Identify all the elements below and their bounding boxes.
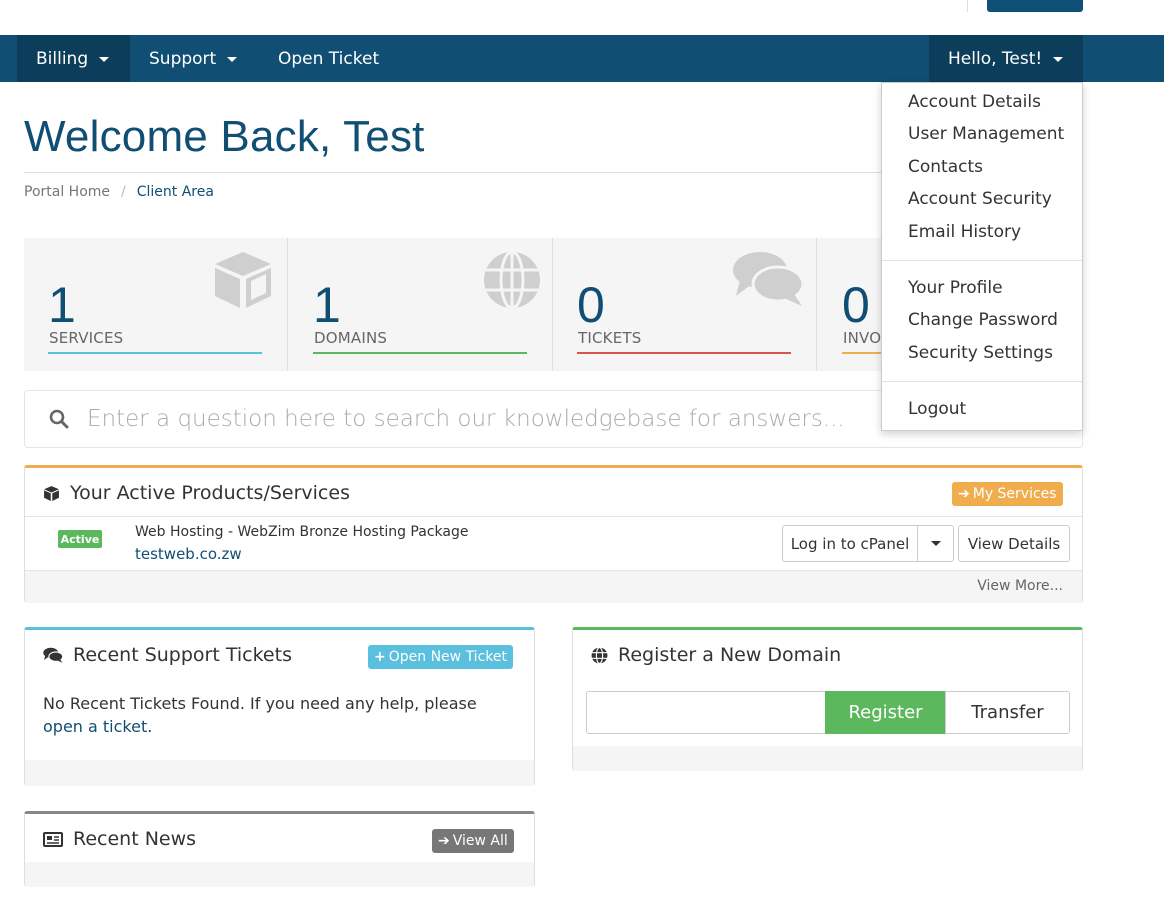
main-navbar: Billing Support Open Ticket Hello, Test! xyxy=(0,35,1164,82)
globe-icon xyxy=(591,646,608,664)
page-title: Welcome Back, Test xyxy=(24,112,425,161)
stat-domains-count: 1 xyxy=(313,277,341,333)
menu-item-user-management[interactable]: User Management xyxy=(908,124,1064,144)
stat-domains-underline xyxy=(313,352,527,354)
top-login-button[interactable] xyxy=(987,0,1083,12)
user-dropdown-menu: Account Details User Management Contacts… xyxy=(881,82,1083,431)
arrow-right-icon: ➔ xyxy=(958,486,970,502)
menu-item-your-profile[interactable]: Your Profile xyxy=(908,278,1003,298)
chevron-down-icon xyxy=(227,57,238,62)
stat-tile-services[interactable]: 1 SERVICES xyxy=(24,238,288,371)
service-row: Active Web Hosting - WebZim Bronze Hosti… xyxy=(25,517,1082,570)
login-cpanel-button[interactable]: Log in to cPanel xyxy=(782,525,918,562)
login-options-dropdown[interactable] xyxy=(917,525,954,562)
news-panel-title-text: Recent News xyxy=(73,828,197,850)
domain-panel-title: Register a New Domain xyxy=(591,644,841,666)
chevron-down-icon xyxy=(1053,57,1064,62)
my-services-button-label: My Services xyxy=(972,486,1057,502)
news-panel: Recent News ➔ View All xyxy=(24,811,535,887)
menu-divider xyxy=(882,381,1082,382)
stat-domains-label: DOMAINS xyxy=(314,329,388,347)
stat-invoices-count: 0 xyxy=(842,277,870,333)
cube-icon xyxy=(44,485,59,501)
view-all-news-button[interactable]: ➔ View All xyxy=(432,829,514,853)
top-divider xyxy=(967,0,968,12)
stat-services-underline xyxy=(48,352,262,354)
domain-panel-title-text: Register a New Domain xyxy=(618,644,842,666)
nav-billing-label: Billing xyxy=(36,48,89,69)
stat-services-count: 1 xyxy=(48,277,76,333)
arrow-right-icon: ➔ xyxy=(438,833,450,849)
menu-item-account-details[interactable]: Account Details xyxy=(908,92,1041,112)
stat-invoices-label: INVO xyxy=(843,329,882,347)
stat-tickets-label: TICKETS xyxy=(578,329,642,347)
open-new-ticket-button[interactable]: + Open New Ticket xyxy=(368,645,513,669)
tickets-panel-title-text: Recent Support Tickets xyxy=(73,644,292,666)
menu-item-logout[interactable]: Logout xyxy=(908,399,966,419)
no-tickets-message: No Recent Tickets Found. If you need any… xyxy=(43,692,513,738)
nav-support[interactable]: Support xyxy=(130,35,256,82)
menu-item-email-history[interactable]: Email History xyxy=(908,222,1021,242)
search-icon xyxy=(49,409,69,429)
stat-services-label: SERVICES xyxy=(49,329,124,347)
menu-item-account-security[interactable]: Account Security xyxy=(908,189,1052,209)
domain-panel: Register a New Domain Register Transfer xyxy=(572,627,1083,771)
domain-panel-footer xyxy=(573,746,1082,771)
breadcrumb-client-area: Client Area xyxy=(136,184,214,200)
view-details-button[interactable]: View Details xyxy=(958,525,1070,562)
stat-tile-domains[interactable]: 1 DOMAINS xyxy=(289,238,553,371)
view-more-link[interactable]: View More... xyxy=(977,578,1063,594)
my-services-button[interactable]: ➔ My Services xyxy=(952,482,1063,506)
view-all-button-label: View All xyxy=(452,833,508,849)
register-domain-button[interactable]: Register xyxy=(825,691,946,734)
comments-icon xyxy=(43,647,63,663)
nav-open-ticket[interactable]: Open Ticket xyxy=(259,35,398,82)
nav-user-menu-label: Hello, Test! xyxy=(948,48,1043,69)
kb-search-input[interactable] xyxy=(87,399,887,439)
breadcrumb: Portal Home / Client Area xyxy=(24,184,214,200)
services-panel: Your Active Products/Services ➔ My Servi… xyxy=(24,465,1083,603)
no-tickets-text: No Recent Tickets Found. If you need any… xyxy=(43,694,477,713)
menu-item-security-settings[interactable]: Security Settings xyxy=(908,343,1053,363)
nav-user-menu[interactable]: Hello, Test! xyxy=(929,35,1083,82)
open-ticket-link[interactable]: open a ticket xyxy=(43,717,147,736)
plus-icon: + xyxy=(374,649,386,665)
cube-icon xyxy=(215,252,271,308)
service-domain-link[interactable]: testweb.co.zw xyxy=(135,545,242,563)
menu-item-change-password[interactable]: Change Password xyxy=(908,310,1058,330)
title-divider xyxy=(24,172,884,173)
service-name: Web Hosting - WebZim Bronze Hosting Pack… xyxy=(135,524,469,540)
services-panel-title-text: Your Active Products/Services xyxy=(70,482,350,504)
status-badge: Active xyxy=(58,530,102,548)
nav-billing[interactable]: Billing xyxy=(17,35,130,82)
nav-support-label: Support xyxy=(149,48,217,69)
stat-tickets-underline xyxy=(577,352,791,354)
news-panel-title: Recent News xyxy=(43,828,196,850)
chevron-down-icon xyxy=(99,57,110,62)
breadcrumb-portal-home[interactable]: Portal Home xyxy=(24,184,110,200)
chevron-down-icon xyxy=(930,541,941,546)
domain-search-input[interactable] xyxy=(586,691,826,734)
menu-divider xyxy=(882,260,1082,261)
tickets-panel-title: Recent Support Tickets xyxy=(43,644,292,666)
breadcrumb-separator: / xyxy=(121,184,126,200)
services-panel-title: Your Active Products/Services xyxy=(43,482,350,504)
stat-tickets-count: 0 xyxy=(577,277,605,333)
comments-icon xyxy=(733,252,804,306)
nav-open-ticket-label: Open Ticket xyxy=(278,48,380,69)
news-panel-footer xyxy=(25,862,534,887)
newspaper-icon xyxy=(43,831,63,847)
no-tickets-text-end: . xyxy=(147,717,153,736)
open-new-ticket-button-label: Open New Ticket xyxy=(388,649,507,665)
menu-item-contacts[interactable]: Contacts xyxy=(908,157,983,177)
globe-icon xyxy=(484,250,540,310)
tickets-panel-footer xyxy=(25,760,534,786)
stats-bar: 1 SERVICES 1 DOMAINS 0 TICKETS 0 INVO xyxy=(24,238,1056,371)
tickets-panel: Recent Support Tickets + Open New Ticket… xyxy=(24,627,535,786)
services-panel-footer: View More... xyxy=(25,570,1082,603)
stat-tile-tickets[interactable]: 0 TICKETS xyxy=(553,238,817,371)
transfer-domain-button[interactable]: Transfer xyxy=(945,691,1070,734)
